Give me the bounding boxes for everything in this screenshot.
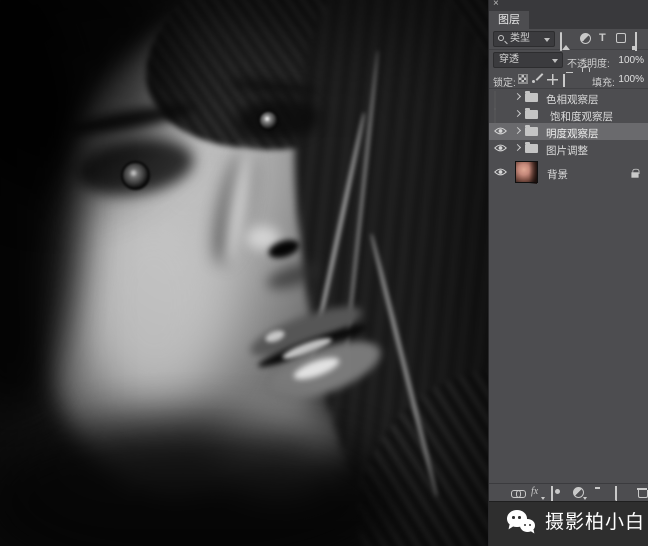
dropdown-dot-icon bbox=[541, 497, 545, 500]
folder-icon bbox=[525, 144, 538, 153]
magnifier-icon bbox=[498, 35, 504, 41]
layer-thumbnail[interactable] bbox=[515, 161, 538, 183]
smart-object-filter-icon[interactable] bbox=[635, 32, 637, 51]
blend-opacity-row: 穿透 不透明度: 100% bbox=[489, 51, 648, 70]
opacity-value[interactable]: 100% bbox=[618, 55, 644, 66]
folder-icon bbox=[525, 93, 538, 102]
layers-panel-footer: fx bbox=[489, 483, 648, 501]
visibility-toggle[interactable] bbox=[494, 143, 507, 154]
wechat-eye bbox=[529, 524, 532, 527]
layer-name: 色相观察层 bbox=[546, 92, 599, 107]
expand-arrow-icon[interactable] bbox=[514, 110, 521, 117]
layer-row-image-adjust[interactable]: 图片调整 bbox=[489, 140, 648, 157]
eye-icon bbox=[494, 126, 507, 136]
layer-name: 饱和度观察层 bbox=[550, 109, 613, 124]
layer-row-saturation[interactable]: 饱和度观察层 bbox=[489, 106, 648, 123]
layer-name: 背景 bbox=[547, 167, 568, 182]
watermark-bar: 摄影柏小白 bbox=[489, 501, 648, 546]
dropdown-dot-icon bbox=[583, 497, 587, 500]
eye-icon bbox=[494, 143, 507, 153]
layer-name: 图片调整 bbox=[546, 143, 588, 158]
layer-row-hue[interactable]: 色相观察层 bbox=[489, 89, 648, 106]
filter-type-select[interactable]: 类型 bbox=[493, 31, 555, 47]
wechat-eye bbox=[518, 516, 521, 519]
layers-panel: × 图层 类型 T 穿透 不透明度: 100% bbox=[488, 0, 648, 546]
visibility-toggle[interactable] bbox=[494, 109, 507, 120]
lock-artboard-icon[interactable] bbox=[563, 74, 565, 87]
wechat-eye bbox=[524, 524, 527, 527]
folder-icon bbox=[525, 127, 538, 136]
adjustment-layer-filter-icon[interactable] bbox=[580, 33, 591, 44]
tab-layers[interactable]: 图层 bbox=[489, 11, 529, 29]
layer-row-luminosity[interactable]: 明度观察层 bbox=[489, 123, 648, 140]
layer-name: 明度观察层 bbox=[546, 126, 599, 141]
photo-vignette bbox=[0, 0, 488, 546]
visibility-toggle[interactable] bbox=[494, 126, 507, 137]
chevron-down-icon bbox=[544, 38, 550, 42]
lock-fill-row: 锁定: 填充: 100% bbox=[489, 70, 648, 89]
close-icon[interactable]: × bbox=[493, 0, 499, 9]
fill-value[interactable]: 100% bbox=[618, 74, 644, 85]
layer-lock-icon bbox=[631, 172, 638, 177]
layer-style-icon[interactable]: fx bbox=[531, 486, 538, 497]
lock-transparent-pixels-icon[interactable] bbox=[518, 74, 528, 84]
lock-label: 锁定: bbox=[493, 74, 516, 89]
pixel-layer-filter-icon[interactable] bbox=[560, 32, 562, 51]
layer-row-background[interactable]: 背景 bbox=[489, 157, 648, 187]
type-layer-filter-icon[interactable]: T bbox=[599, 33, 606, 44]
lock-position-icon[interactable] bbox=[547, 74, 558, 85]
visibility-toggle[interactable] bbox=[494, 92, 507, 103]
expand-arrow-icon[interactable] bbox=[514, 93, 521, 100]
fill-label: 填充: bbox=[592, 74, 615, 89]
blend-mode-value: 穿透 bbox=[499, 54, 519, 65]
expand-arrow-icon[interactable] bbox=[514, 144, 521, 151]
eye-icon bbox=[494, 167, 507, 177]
layer-filter-row: 类型 T bbox=[489, 29, 648, 50]
chevron-down-icon bbox=[552, 59, 558, 63]
folder-icon bbox=[525, 110, 538, 119]
filter-type-label: 类型 bbox=[510, 33, 530, 44]
panel-tab-bar: 图层 bbox=[489, 11, 648, 29]
blend-mode-select[interactable]: 穿透 bbox=[493, 52, 563, 68]
shape-layer-filter-icon[interactable] bbox=[616, 33, 626, 43]
wechat-icon bbox=[507, 510, 541, 540]
wechat-bubble bbox=[520, 519, 535, 532]
expand-arrow-icon[interactable] bbox=[514, 127, 521, 134]
photoshop-window: × 图层 类型 T 穿透 不透明度: 100% bbox=[0, 0, 648, 546]
watermark-text: 摄影柏小白 bbox=[545, 502, 645, 546]
panel-top-strip: × bbox=[489, 0, 648, 11]
visibility-toggle[interactable] bbox=[494, 167, 507, 178]
wechat-eye bbox=[512, 516, 515, 519]
document-canvas[interactable] bbox=[0, 0, 488, 546]
